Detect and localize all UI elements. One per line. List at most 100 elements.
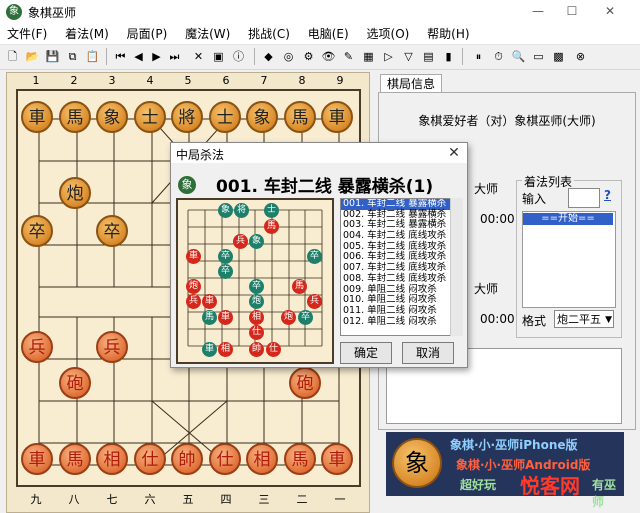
app-logo: 象 <box>392 438 442 488</box>
bookmark-icon[interactable]: ▮ <box>440 48 457 65</box>
first-move-icon[interactable]: ⏮ <box>112 48 129 65</box>
window-icon[interactable]: ▭ <box>530 48 547 65</box>
puzzle-heading: 001. 车封二线 暴露横杀(1) <box>216 177 434 197</box>
red-general[interactable]: 帥 <box>171 443 203 475</box>
black-soldier[interactable]: 卒 <box>96 215 128 247</box>
mini-piece: 象 <box>218 203 233 218</box>
mini-piece: 車 <box>202 342 217 357</box>
mini-piece: 炮 <box>249 294 264 309</box>
paste-icon[interactable]: 📋 <box>84 48 101 65</box>
ad-line: 有巫师 <box>592 478 617 509</box>
play-icon[interactable]: ▷ <box>380 48 397 65</box>
menu-position[interactable]: 局面(P) <box>120 24 175 44</box>
ad-banner[interactable]: 象 象棋·小·巫师iPhone版 象棋·小·巫师Android版 超好玩 有巫师 <box>386 432 624 509</box>
mini-piece: 相 <box>218 342 233 357</box>
list-item[interactable]: 012. 单阻二线 闷攻杀 <box>341 316 461 328</box>
move-input[interactable] <box>568 188 600 208</box>
watermark: 悦客网 <box>520 474 580 498</box>
red-chariot[interactable]: 車 <box>321 443 353 475</box>
menu-help[interactable]: 帮助(H) <box>420 24 476 44</box>
new-file-icon[interactable]: 🗋 <box>4 48 21 65</box>
book-icon[interactable]: ◆ <box>260 48 277 65</box>
delete-icon[interactable]: ✕ <box>190 48 207 65</box>
tab-game-info[interactable]: 棋局信息 <box>380 74 442 93</box>
menu-challenge[interactable]: 挑战(C) <box>241 24 297 44</box>
grid-icon[interactable]: ▦ <box>360 48 377 65</box>
timer-icon[interactable]: ⏱ <box>490 48 507 65</box>
ad-line: 象棋·小·巫师iPhone版 <box>450 438 578 452</box>
red-elephant[interactable]: 相 <box>96 443 128 475</box>
menu-magic[interactable]: 魔法(W) <box>178 24 237 44</box>
black-elephant[interactable]: 象 <box>246 101 278 133</box>
magnifier-icon[interactable]: 🔍 <box>510 48 527 65</box>
dialog-close-icon[interactable]: ✕ <box>444 144 464 162</box>
chart-icon[interactable]: ▩ <box>550 48 567 65</box>
black-chariot[interactable]: 車 <box>321 101 353 133</box>
player-clock: 00:00 <box>480 212 515 226</box>
black-advisor[interactable]: 士 <box>134 101 166 133</box>
mini-piece: 車 <box>202 294 217 309</box>
list-item[interactable]: 008. 车封二线 底线攻杀 <box>341 273 461 285</box>
open-folder-icon[interactable]: 📂 <box>24 48 41 65</box>
format-select[interactable]: 炮二平五 ▼ <box>554 310 614 328</box>
panel-icon[interactable]: ▤ <box>420 48 437 65</box>
wand-icon[interactable]: ✎ <box>340 48 357 65</box>
black-general[interactable]: 將 <box>171 101 203 133</box>
settings-icon[interactable]: ⚙ <box>300 48 317 65</box>
file-number: 8 <box>298 74 306 87</box>
menu-moves[interactable]: 着法(M) <box>58 24 116 44</box>
stop-icon[interactable]: ⊗ <box>572 48 589 65</box>
black-chariot[interactable]: 車 <box>21 101 53 133</box>
black-cannon[interactable]: 炮 <box>59 177 91 209</box>
black-elephant[interactable]: 象 <box>96 101 128 133</box>
target-icon[interactable]: ◎ <box>280 48 297 65</box>
menu-computer[interactable]: 电脑(E) <box>301 24 356 44</box>
red-elephant[interactable]: 相 <box>246 443 278 475</box>
list-scrollbar[interactable] <box>450 198 463 336</box>
move-list-item[interactable]: ==开始== <box>523 213 613 225</box>
maximize-button[interactable]: ☐ <box>562 2 582 20</box>
file-number: 四 <box>220 493 232 506</box>
mini-piece: 相 <box>249 310 264 325</box>
eye-icon[interactable]: 👁 <box>320 48 337 65</box>
help-link[interactable]: ? <box>604 188 611 202</box>
cancel-button[interactable]: 取消 <box>402 342 454 364</box>
pause-icon[interactable]: ⏸ <box>470 48 487 65</box>
menu-options[interactable]: 选项(O) <box>360 24 417 44</box>
move-list[interactable] <box>522 211 616 308</box>
file-number: 5 <box>184 74 192 87</box>
save-icon[interactable]: 💾 <box>44 48 61 65</box>
prev-move-icon[interactable]: ◀ <box>130 48 147 65</box>
red-soldier[interactable]: 兵 <box>21 331 53 363</box>
copy-icon[interactable]: ⧉ <box>64 48 81 65</box>
ok-button[interactable]: 确定 <box>340 342 392 364</box>
black-soldier[interactable]: 卒 <box>21 215 53 247</box>
next-move-icon[interactable]: ▶ <box>148 48 165 65</box>
red-cannon[interactable]: 砲 <box>59 367 91 399</box>
file-number: 6 <box>222 74 230 87</box>
red-cannon[interactable]: 砲 <box>289 367 321 399</box>
dialog-app-icon: 象 <box>178 176 196 194</box>
red-soldier[interactable]: 兵 <box>96 331 128 363</box>
list-item[interactable]: 011. 单阻二线 闷攻杀 <box>341 305 461 317</box>
red-advisor[interactable]: 仕 <box>209 443 241 475</box>
mini-piece: 卒 <box>218 249 233 264</box>
minimize-button[interactable]: — <box>528 2 548 20</box>
red-horse[interactable]: 馬 <box>59 443 91 475</box>
puzzle-list[interactable]: 001. 车封二线 暴露横杀 002. 车封二线 暴露横杀 003. 车封二线 … <box>340 198 462 336</box>
mini-piece: 車 <box>186 249 201 264</box>
file-number: 9 <box>336 74 344 87</box>
last-move-icon[interactable]: ⏭ <box>166 48 183 65</box>
player-level-label: 大师 <box>474 182 499 196</box>
filter-icon[interactable]: ▽ <box>400 48 417 65</box>
black-horse[interactable]: 馬 <box>284 101 316 133</box>
black-horse[interactable]: 馬 <box>59 101 91 133</box>
red-chariot[interactable]: 車 <box>21 443 53 475</box>
clipboard-icon[interactable]: ▣ <box>210 48 227 65</box>
red-horse[interactable]: 馬 <box>284 443 316 475</box>
red-advisor[interactable]: 仕 <box>134 443 166 475</box>
black-advisor[interactable]: 士 <box>209 101 241 133</box>
menu-file[interactable]: 文件(F) <box>0 24 54 44</box>
close-button[interactable]: ✕ <box>600 2 620 20</box>
info-icon[interactable]: ⓘ <box>230 48 247 65</box>
